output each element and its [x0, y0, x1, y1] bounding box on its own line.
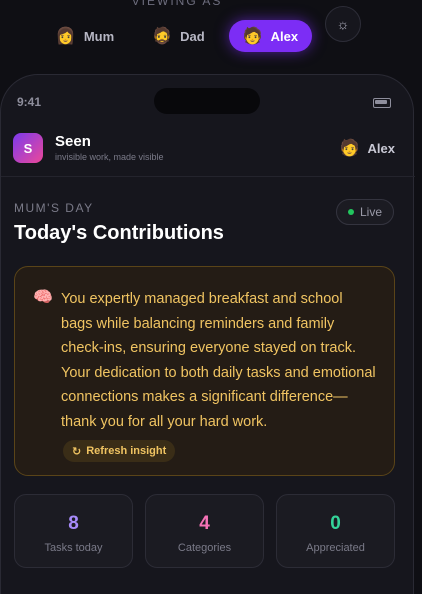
profile-switcher: 👩 Mum 🧔 Dad 🧑 Alex: [0, 20, 354, 52]
current-user-button[interactable]: 🧑 Alex: [340, 138, 395, 158]
sun-icon: ☼: [336, 16, 350, 32]
live-label: Live: [359, 205, 382, 219]
stat-label: Categories: [177, 542, 232, 554]
profile-pill-label: Dad: [180, 28, 205, 44]
stat-value: 4: [199, 513, 210, 534]
profile-pill-dad[interactable]: 🧔 Dad: [138, 20, 218, 52]
profile-pill-label: Mum: [83, 28, 115, 44]
insight-text: You expertly managed breakfast and schoo…: [61, 291, 376, 430]
viewing-as-label: VIEWING AS: [131, 0, 223, 8]
live-dot-icon: [347, 209, 354, 215]
theme-toggle-button[interactable]: ☼: [325, 6, 361, 42]
profile-pill-label: Alex: [270, 28, 299, 44]
insight-card: 🧠 You expertly managed breakfast and sch…: [14, 266, 395, 476]
profile-pill-mum[interactable]: 👩 Mum: [42, 20, 128, 52]
dynamic-island: [154, 88, 260, 114]
stat-card-categories: 4 Categories: [145, 494, 264, 568]
dad-avatar-icon: 🧔: [152, 28, 173, 45]
refresh-insight-button[interactable]: ↻ Refresh insight: [63, 440, 176, 462]
app-tagline: invisible work, made visible: [55, 152, 164, 162]
battery-icon: [373, 98, 391, 108]
app-logo: S: [13, 133, 43, 163]
alex-avatar-icon: 🧑: [242, 28, 263, 45]
stat-label: Appreciated: [306, 542, 365, 554]
live-status-badge: Live: [336, 199, 394, 225]
page-title: Today's Contributions: [14, 222, 224, 244]
stat-value: 8: [68, 513, 79, 534]
phone-frame: 9:41 S Seen invisible work, made visible…: [0, 74, 415, 594]
profile-switcher-bar: VIEWING AS 👩 Mum 🧔 Dad 🧑 Alex ☼: [0, 0, 422, 70]
app-header: S Seen invisible work, made visible 🧑 Al…: [1, 121, 415, 177]
stat-card-tasks: 8 Tasks today: [14, 494, 133, 568]
stat-card-appreciated: 0 Appreciated: [276, 494, 395, 568]
user-avatar-icon: 🧑: [339, 140, 360, 157]
mum-avatar-icon: 👩: [55, 28, 76, 45]
refresh-insight-label: Refresh insight: [86, 445, 167, 457]
profile-pill-alex[interactable]: 🧑 Alex: [228, 20, 313, 52]
stat-label: Tasks today: [44, 542, 103, 554]
stat-value: 0: [330, 513, 341, 534]
status-time: 9:41: [17, 95, 42, 109]
app-name: Seen: [55, 133, 91, 150]
brain-icon: 🧠: [33, 289, 53, 306]
section-label: MUM'S DAY: [14, 201, 94, 215]
refresh-icon: ↻: [72, 445, 82, 458]
current-user-name: Alex: [367, 140, 395, 156]
